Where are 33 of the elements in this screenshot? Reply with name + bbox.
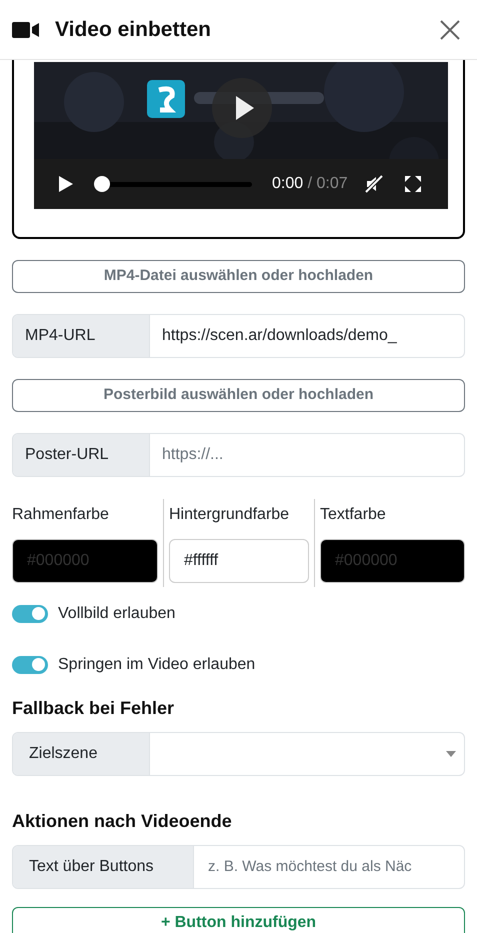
fullscreen-button[interactable] (404, 175, 422, 193)
upload-video-button[interactable]: MP4-Datei auswählen oder hochladen (12, 260, 465, 293)
mute-button[interactable] (364, 174, 384, 194)
section-heading: Aktionen nach Videoende (12, 810, 233, 833)
poster-url-field[interactable]: Poster-URL https://... (12, 433, 465, 477)
field-label: Poster-URL (13, 434, 150, 476)
field-label: Text über Buttons (13, 846, 194, 888)
progress-slider[interactable] (94, 176, 252, 192)
play-overlay-icon[interactable] (212, 78, 272, 138)
caret-icon (446, 751, 456, 757)
color-label: Rahmenfarbe (12, 505, 110, 525)
toggle-label: Vollbild erlauben (58, 604, 176, 624)
dialog-title: Video einbetten (55, 16, 211, 43)
video-camera-icon (12, 22, 39, 38)
close-button[interactable] (439, 18, 461, 40)
toggle-switch[interactable] (12, 604, 48, 622)
color-field[interactable]: #ffffff (169, 539, 309, 583)
upload-poster-button[interactable]: Posterbild auswählen oder hochladen (12, 379, 465, 412)
url-input[interactable]: https://scen.ar/downloads/demo_ (150, 315, 464, 357)
time-display: 0:00 / 0:07 (272, 174, 348, 194)
field-label: MP4-URL (13, 315, 150, 357)
toggle-label: Springen im Video erlauben (58, 654, 256, 674)
toggle-switch[interactable] (12, 656, 48, 674)
add-button[interactable]: + Button hinzufügen (12, 907, 465, 933)
color-label: Hintergrundfarbe (169, 505, 290, 525)
button-text-field[interactable]: Text über Buttons z. B. Was möchtest du als Näc (12, 845, 465, 889)
field-label: Zielszene (13, 733, 150, 775)
play-button[interactable] (56, 175, 74, 193)
section-heading: Fallback bei Fehler (12, 697, 176, 720)
url-input[interactable]: https://... (150, 434, 464, 476)
mp4-url-field[interactable]: MP4-URL https://scen.ar/downloads/demo_ (12, 314, 465, 358)
text-input[interactable]: z. B. Was möchtest du als Näc (194, 846, 464, 888)
color-label: Textfarbe (320, 505, 387, 525)
